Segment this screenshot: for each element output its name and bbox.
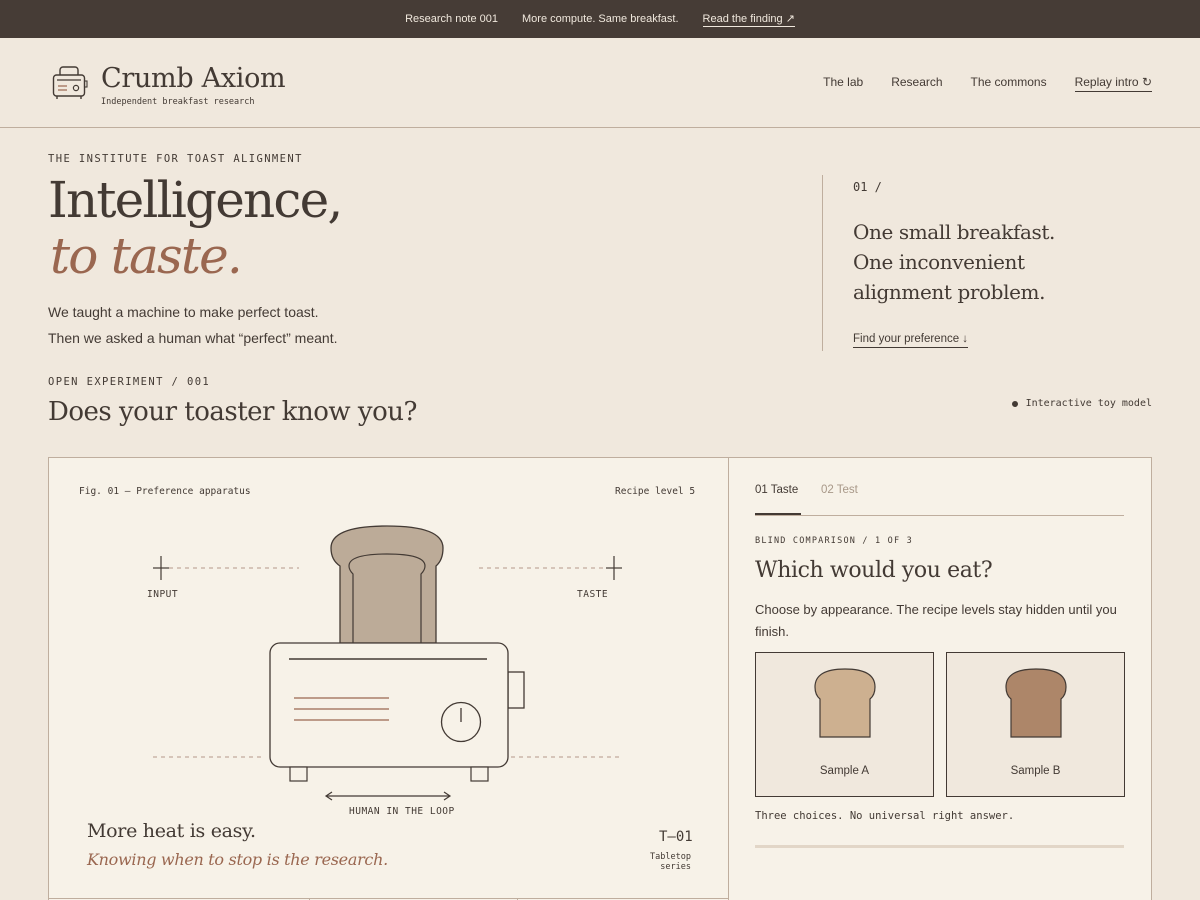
nav-item-the-commons[interactable]: The commons [971, 75, 1047, 92]
input-label: INPUT [147, 589, 179, 600]
figure-tagline: More heat is easy. [87, 820, 256, 842]
comparison-footnote: Three choices. No universal right answer… [755, 810, 1015, 822]
toaster-icon [269, 642, 525, 782]
sample-a-card[interactable]: Sample A [755, 652, 934, 797]
recipe-level: Recipe level 5 [615, 486, 696, 497]
panel-bottom-rule [49, 898, 728, 899]
callout-quote-line-1: One small breakfast. [853, 220, 1056, 244]
toast-sample-b-icon [1005, 668, 1067, 738]
research-note-label: Research note 001 [405, 13, 499, 25]
side-callout: 01 / One small breakfast. One inconvenie… [822, 175, 1152, 351]
replay-intro-link[interactable]: Replay intro ↻ [1074, 75, 1152, 92]
hero-subtitle-line-1: We taught a machine to make perfect toas… [48, 304, 319, 320]
nav-item-the-lab[interactable]: The lab [823, 75, 863, 92]
brand-name[interactable]: Crumb Axiom [101, 63, 286, 94]
comparison-question: Which would you eat? [755, 558, 993, 583]
tab-taste[interactable]: 01 Taste [755, 484, 798, 496]
interactive-toy-badge: Interactive toy model [1011, 398, 1152, 409]
hero-subtitle-line-2: Then we asked a human what “perfect” mea… [48, 330, 338, 346]
site-header: Crumb Axiom Independent breakfast resear… [0, 38, 1200, 128]
badge-label: Interactive toy model [1025, 398, 1152, 409]
taste-crosshair-icon [606, 556, 622, 580]
active-tab-indicator [755, 513, 801, 515]
main-nav: The lab Research The commons Replay intr… [795, 75, 1152, 92]
double-arrow-icon [324, 791, 452, 801]
blind-comparison-label: BLIND COMPARISON / 1 OF 3 [755, 536, 913, 546]
bread-slice-icon [330, 525, 444, 644]
toaster-apparatus-diagram [153, 525, 622, 801]
experiment-eyebrow: OPEN EXPERIMENT / 001 [48, 376, 211, 388]
hero-eyebrow: THE INSTITUTE FOR TOAST ALIGNMENT [48, 153, 303, 165]
callout-quote: One small breakfast. One inconvenient al… [853, 217, 1143, 307]
hero-title: Intelligence, [48, 171, 343, 229]
comparison-instruction: Choose by appearance. The recipe levels … [755, 602, 1117, 639]
experiment-panel: Fig. 01 — Preference apparatus Recipe le… [48, 457, 1152, 900]
sample-a-label: Sample A [819, 765, 870, 777]
callout-quote-line-3: alignment problem. [853, 280, 1046, 304]
tab-test[interactable]: 02 Test [821, 484, 858, 496]
comparison-tabs: 01 Taste 02 Test [755, 481, 1124, 516]
taste-label: TASTE [577, 589, 609, 600]
read-finding-link[interactable]: Read the finding ↗ [702, 12, 795, 27]
nav-item-research[interactable]: Research [891, 75, 942, 92]
sample-b-card[interactable]: Sample B [946, 652, 1125, 797]
find-preference-link[interactable]: Find your preference ↓ [853, 333, 969, 348]
callout-quote-line-2: One inconvenient [853, 250, 1025, 274]
input-crosshair-icon [153, 556, 169, 580]
announcement-message: More compute. Same breakfast. [522, 13, 679, 25]
series-code: T—01 [659, 829, 693, 845]
figure-tagline-emphasis: Knowing when to stop is the research. [87, 850, 388, 869]
comparison-progress-bar [755, 845, 1124, 848]
sample-b-label: Sample B [1010, 765, 1061, 777]
panel-divider [728, 458, 729, 900]
figure-label: Fig. 01 — Preference apparatus [79, 486, 251, 497]
hero-title-accent: to taste. [50, 227, 243, 285]
toast-sample-a-icon [814, 668, 876, 738]
experiment-title: Does your toaster know you? [48, 397, 417, 427]
status-dot-icon [1011, 400, 1018, 407]
toaster-logo-icon[interactable] [52, 66, 88, 100]
series-name: Tabletop series [650, 852, 691, 872]
announcement-bar: Research note 001 More compute. Same bre… [0, 0, 1200, 38]
human-in-loop-label: HUMAN IN THE LOOP [349, 806, 455, 817]
callout-number: 01 / [853, 180, 882, 194]
brand-tagline: Independent breakfast research [101, 97, 255, 107]
